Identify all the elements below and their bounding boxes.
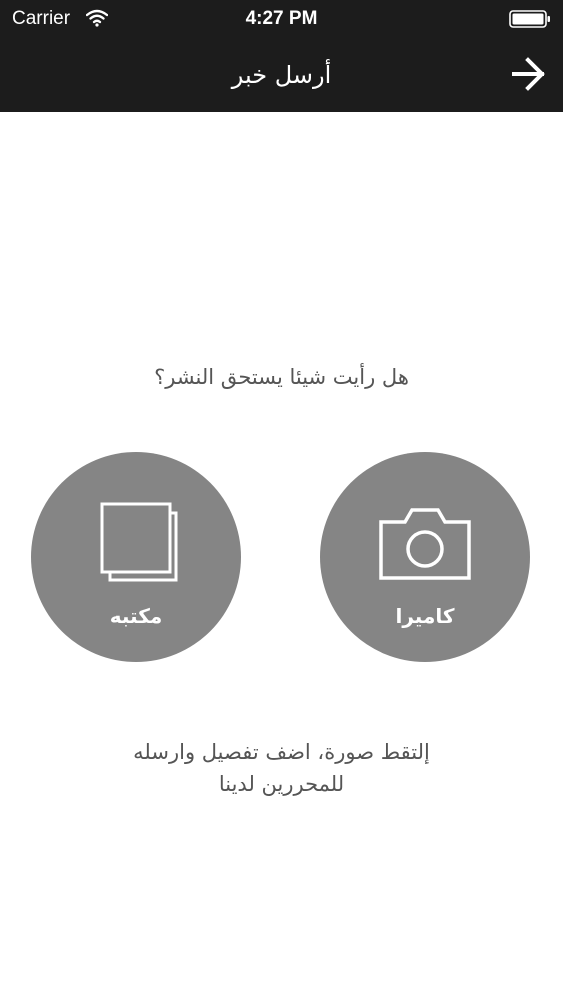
forward-button[interactable] <box>509 52 549 96</box>
instructions-text: إلتقط صورة، اضف تفصيل وارسله للمحررين لد… <box>60 736 503 800</box>
status-time: 4:27 PM <box>245 8 318 29</box>
battery-icon <box>509 10 550 28</box>
instructions-line-1: إلتقط صورة، اضف تفصيل وارسله <box>133 740 430 764</box>
status-bar: Carrier 4:27 PM <box>0 0 563 38</box>
camera-icon <box>379 508 471 580</box>
arrow-right-icon <box>512 57 545 91</box>
camera-label: كاميرا <box>395 604 455 628</box>
library-button[interactable]: مكتبه <box>31 452 241 662</box>
top-bar: Carrier 4:27 PM أرسل خبر <box>0 0 563 112</box>
instructions-line-2: للمحررين لدينا <box>218 772 345 796</box>
photo-library-icon <box>100 502 178 582</box>
camera-button[interactable]: كاميرا <box>320 452 530 662</box>
library-label: مكتبه <box>109 604 163 628</box>
prompt-text: هل رأيت شيئا يستحق النشر؟ <box>154 365 409 389</box>
page-title: أرسل خبر <box>231 61 332 89</box>
